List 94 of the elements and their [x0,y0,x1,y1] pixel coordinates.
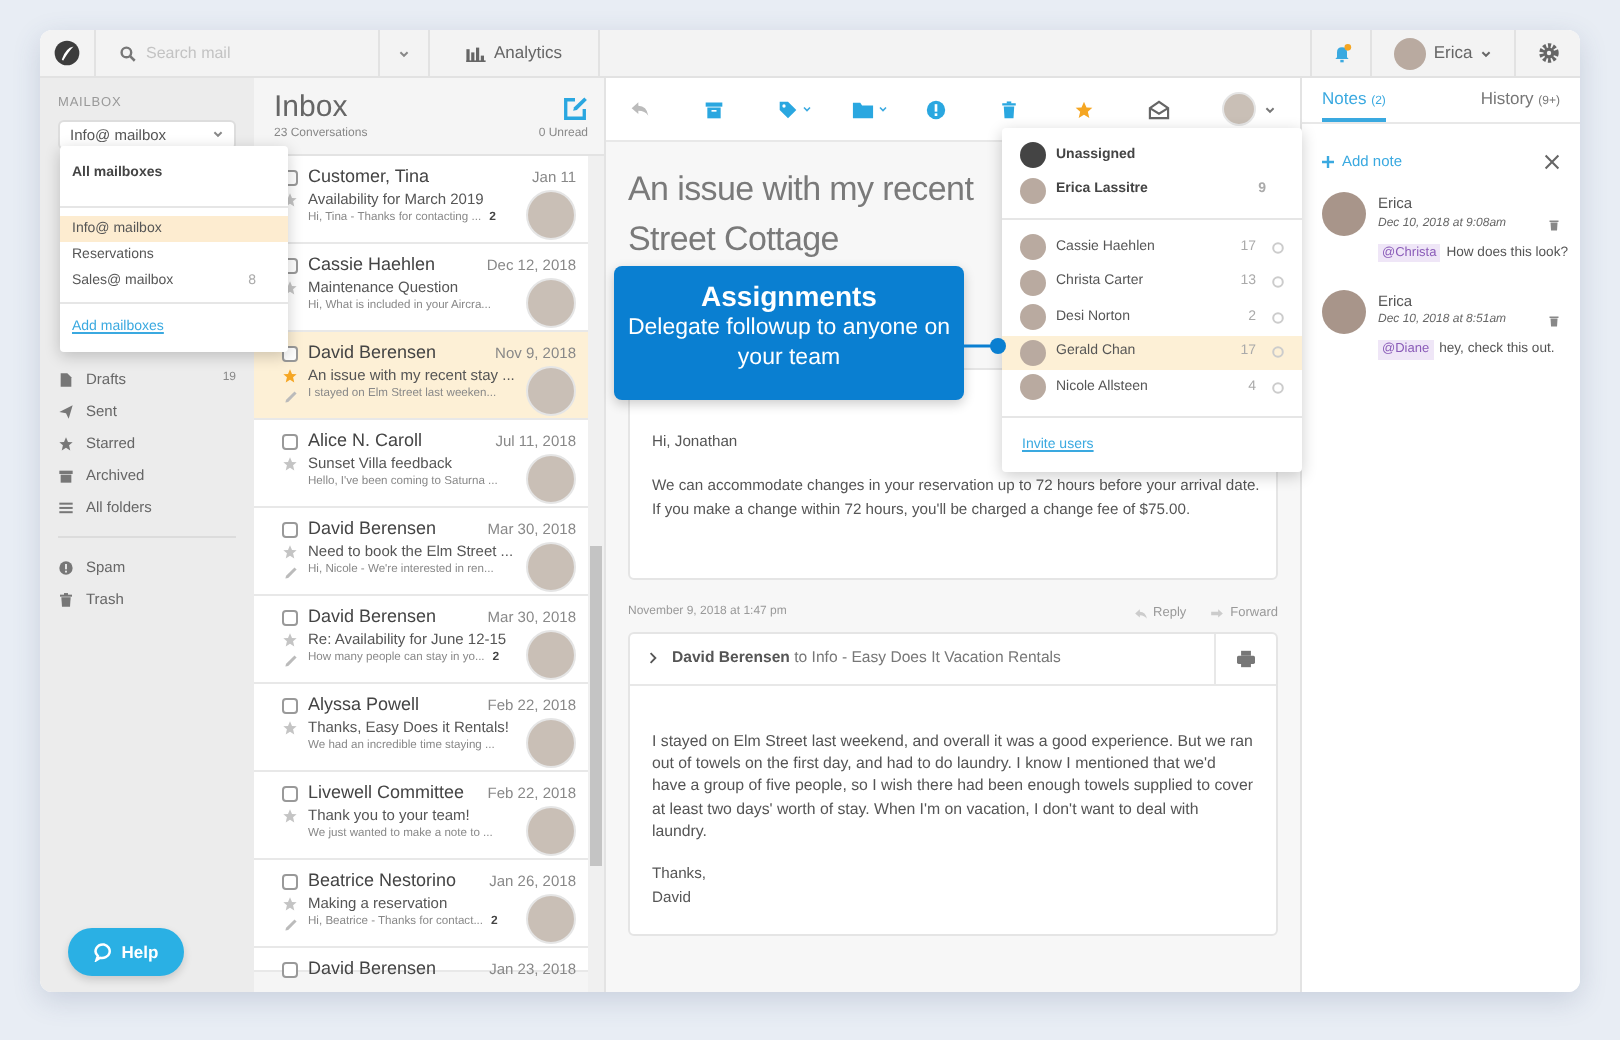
avatar-placeholder [526,366,576,416]
sender-name: David Berensen [308,342,437,364]
avatar-placeholder [526,806,576,856]
search-icon [120,45,136,61]
caret-icon[interactable] [398,47,410,59]
compose-icon[interactable] [562,95,588,121]
user-menu-button[interactable]: Erica [1393,37,1493,69]
conversation-subject: Street Cottage [628,218,839,262]
star-icon[interactable] [282,632,298,648]
chevron-right-icon[interactable] [648,652,658,665]
star-icon [58,435,74,452]
avatar-placeholder [526,894,576,944]
sender-name: Customer, Tina [308,166,430,188]
settings-icon[interactable] [1537,42,1559,64]
archive-box-icon [58,467,74,484]
checkbox[interactable] [282,961,298,977]
caret-icon[interactable] [1264,103,1276,115]
avatar-placeholder [526,190,576,240]
star-icon[interactable] [282,368,298,384]
star-icon[interactable] [282,896,298,912]
logo-icon [54,40,80,66]
trash-icon [58,591,74,608]
bar-chart-icon [465,45,486,61]
exclamation-circle-icon[interactable] [926,99,946,119]
checkbox[interactable] [282,521,298,537]
checkbox[interactable] [282,697,298,713]
avatar-placeholder [1020,177,1046,204]
plus-icon [1322,155,1334,168]
avatar-placeholder [526,454,576,504]
avatar-placeholder [1393,37,1426,69]
trash-icon[interactable] [1548,313,1560,328]
sender-name: Alice N. Caroll [308,430,423,452]
inbox-title: Inbox [274,90,348,126]
avatar-placeholder [1020,304,1046,331]
status-circle-icon [1272,381,1284,394]
status-circle-icon [1272,241,1284,254]
avatar-placeholder [526,542,576,592]
checkbox[interactable] [282,873,298,889]
list-icon [58,499,74,516]
avatar-placeholder [1020,339,1046,366]
analytics-button[interactable]: Analytics [465,40,562,66]
chat-bubble-icon [93,942,114,962]
tag-icon[interactable] [778,99,798,119]
file-icon [58,371,74,388]
sender-name: Alyssa Powell [308,694,420,716]
avatar-placeholder [526,278,576,328]
caret-icon[interactable] [212,128,224,141]
sender-name: Cassie Haehlen [308,254,436,276]
close-icon[interactable] [1544,153,1560,170]
status-circle-icon [1272,346,1284,359]
avatar-placeholder [1020,234,1046,261]
assignee-button[interactable] [1222,92,1276,126]
print-icon[interactable] [1236,649,1256,668]
avatar-placeholder [526,630,576,680]
checkbox[interactable] [282,609,298,625]
exclamation-circle-icon [58,559,74,576]
avatar-placeholder [1322,192,1366,237]
avatar-placeholder [526,718,576,768]
sender-name: David Berensen [308,518,437,540]
avatar-placeholder [1020,374,1046,401]
star-icon[interactable] [282,280,298,296]
caret-icon[interactable] [878,104,888,114]
avatar-placeholder [1020,269,1046,296]
sender-name: Livewell Committee [308,782,465,804]
conversation-subject: An issue with my recent [628,168,974,212]
reply-icon [1133,607,1148,620]
star-icon[interactable] [282,808,298,824]
callout-title: Assignments [699,280,879,314]
star-icon[interactable] [282,456,298,472]
reply-icon[interactable] [630,100,650,118]
envelope-open-icon[interactable] [1148,99,1170,119]
trash-icon[interactable] [1548,217,1560,231]
folder-icon[interactable] [852,99,874,119]
status-circle-icon [1272,311,1284,324]
star-icon[interactable] [282,544,298,560]
callout-text: Delegate followup to anyone on your team [625,314,953,374]
avatar-placeholder [1020,142,1046,169]
archive-box-icon[interactable] [704,99,724,119]
caret-icon[interactable] [1480,47,1493,59]
bell-icon[interactable] [1331,43,1351,63]
star-icon[interactable] [282,192,298,208]
forward-icon [1210,607,1225,620]
status-circle-icon [1272,276,1284,289]
avatar-placeholder [1322,289,1366,334]
checkbox[interactable] [282,785,298,801]
trash-icon[interactable] [1000,99,1018,119]
scrollbar[interactable] [588,156,604,992]
paper-plane-icon [58,403,74,420]
star-icon[interactable] [1074,99,1094,119]
star-icon[interactable] [282,720,298,736]
caret-icon[interactable] [802,104,812,114]
sender-name: Beatrice Nestorino [308,870,457,892]
checkbox[interactable] [282,433,298,449]
sender-name: David Berensen [308,606,437,628]
